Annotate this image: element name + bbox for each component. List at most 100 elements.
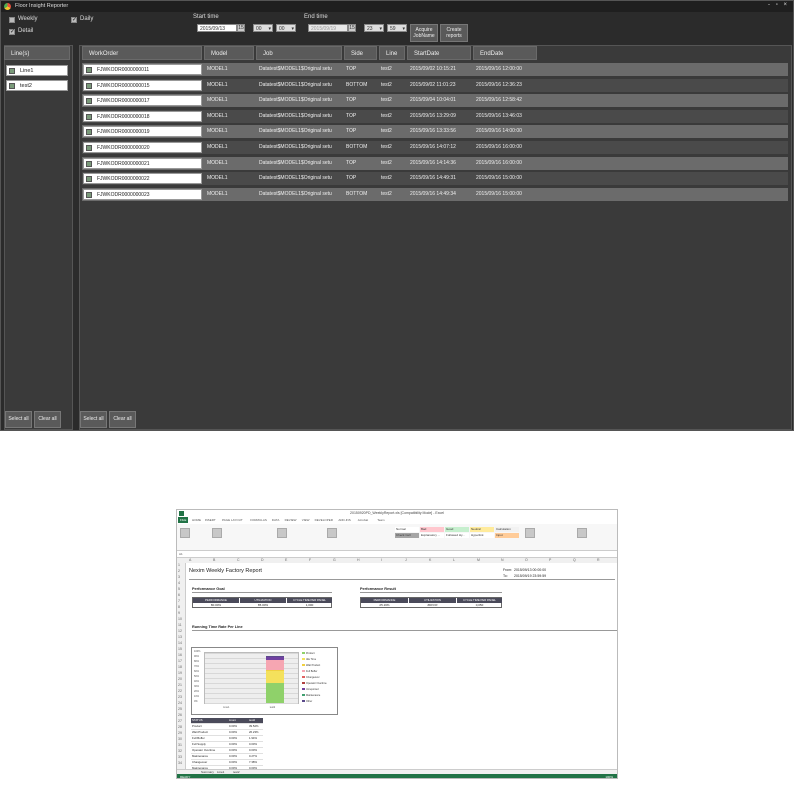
cell-style-item[interactable]: Input: [495, 533, 519, 538]
workorder-cell[interactable]: FJWKODR0000000011: [83, 64, 202, 75]
ribbon-tab-addins[interactable]: ADD-INS: [338, 518, 350, 522]
row-header[interactable]: 4: [178, 581, 180, 585]
column-header[interactable]: O: [525, 558, 528, 562]
ribbon-tab-data[interactable]: DATA: [272, 518, 280, 522]
table-row[interactable]: FJWKODR0000000017 MODEL1 Datatest$MODEL1$O…: [82, 94, 788, 108]
col-model[interactable]: Model: [204, 46, 254, 60]
row-header[interactable]: 22: [178, 689, 182, 693]
row-header[interactable]: 10: [178, 617, 182, 621]
column-header[interactable]: H: [357, 558, 360, 562]
cell-style-item[interactable]: Hyperlink: [470, 533, 494, 538]
row-header[interactable]: 5: [178, 587, 180, 591]
row-header[interactable]: 29: [178, 731, 182, 735]
column-header[interactable]: D: [261, 558, 264, 562]
column-header[interactable]: N: [501, 558, 504, 562]
create-reports-button[interactable]: Create reports: [440, 24, 468, 42]
row-header[interactable]: 8: [178, 605, 180, 609]
col-line[interactable]: Line: [379, 46, 405, 60]
ribbon-tab-view[interactable]: VIEW: [302, 518, 310, 522]
end-hour-select[interactable]: 23: [364, 24, 384, 33]
orders-select-all-button[interactable]: Select all: [80, 411, 107, 428]
column-header[interactable]: F: [309, 558, 311, 562]
ribbon-tab-acrobat[interactable]: Acrobat: [358, 518, 368, 522]
start-date-input[interactable]: 2015/09/13: [197, 24, 237, 32]
column-header[interactable]: E: [285, 558, 287, 562]
ribbon-tab-formulas[interactable]: FORMULAS: [250, 518, 267, 522]
row-header[interactable]: 20: [178, 677, 182, 681]
row-checkbox[interactable]: [86, 98, 92, 105]
column-header[interactable]: K: [429, 558, 431, 562]
end-date-input[interactable]: 2015/09/19: [308, 24, 348, 32]
clipboard-icon[interactable]: [180, 528, 190, 538]
editing-icon[interactable]: [577, 528, 587, 538]
row-checkbox[interactable]: [86, 145, 92, 151]
row-header[interactable]: 3: [178, 575, 180, 579]
row-header[interactable]: 28: [178, 725, 182, 729]
row-header[interactable]: 16: [178, 653, 182, 657]
row-header[interactable]: 23: [178, 695, 182, 699]
lines-clear-all-button[interactable]: Clear all: [34, 411, 61, 428]
row-checkbox[interactable]: [86, 191, 92, 198]
start-minute-select[interactable]: 00: [276, 24, 296, 33]
column-header[interactable]: Q: [573, 558, 576, 562]
acquire-jobname-button[interactable]: Acquire JobName: [410, 24, 438, 42]
row-header[interactable]: 12: [178, 629, 182, 633]
cells-icon[interactable]: [525, 528, 535, 538]
row-checkbox[interactable]: [86, 82, 92, 89]
col-side[interactable]: Side: [344, 46, 377, 60]
column-header[interactable]: R: [597, 558, 600, 562]
workorder-cell[interactable]: FJWKODR0000000022: [83, 173, 202, 185]
row-header[interactable]: 19: [178, 671, 182, 675]
row-header[interactable]: 6: [178, 593, 180, 597]
cell-style-item[interactable]: Check Cell: [395, 533, 419, 538]
workorder-cell[interactable]: FJWKODR0000000018: [83, 110, 202, 122]
line-checkbox[interactable]: [9, 68, 15, 74]
table-row[interactable]: FJWKODR0000000019 MODEL1 Datatest$MODEL1$O…: [82, 125, 788, 139]
row-header[interactable]: 13: [178, 635, 182, 639]
row-header[interactable]: 2: [178, 569, 180, 573]
ribbon-tab-team[interactable]: Team: [377, 518, 384, 522]
table-row[interactable]: FJWKODR0000000021 MODEL1 Datatest$MODEL1$O…: [82, 156, 788, 170]
workorder-cell[interactable]: FJWKODR0000000020: [83, 142, 202, 153]
column-header[interactable]: G: [333, 558, 336, 562]
column-header[interactable]: C: [237, 558, 240, 562]
cell-style-item[interactable]: Good: [445, 527, 469, 532]
row-header[interactable]: 7: [178, 599, 180, 603]
orders-clear-all-button[interactable]: Clear all: [109, 411, 136, 428]
cell-style-item[interactable]: Neutral: [470, 527, 494, 532]
row-header[interactable]: 30: [178, 737, 182, 741]
alignment-icon[interactable]: [277, 528, 287, 538]
row-header[interactable]: 34: [178, 761, 182, 765]
col-workorder[interactable]: WorkOrder: [82, 46, 202, 60]
row-header[interactable]: 32: [178, 749, 182, 753]
cell-style-item[interactable]: Explanatory ...: [420, 533, 444, 538]
daily-checkbox[interactable]: [71, 16, 77, 23]
line-item[interactable]: test2: [6, 80, 68, 91]
workorder-cell[interactable]: FJWKODR0000000023: [83, 188, 202, 200]
column-header[interactable]: B: [213, 558, 215, 562]
ribbon-tab-home[interactable]: HOME: [192, 518, 201, 522]
row-header[interactable]: 14: [178, 641, 182, 645]
row-header[interactable]: 9: [178, 611, 180, 615]
table-row[interactable]: FJWKODR0000000020 MODEL1 Datatest$MODEL1$O…: [82, 141, 788, 154]
row-checkbox[interactable]: [86, 160, 92, 167]
row-header[interactable]: 27: [178, 719, 182, 723]
row-header[interactable]: 26: [178, 713, 182, 717]
row-checkbox[interactable]: [86, 67, 92, 73]
weekly-checkbox[interactable]: [9, 17, 15, 23]
col-job[interactable]: Job: [256, 46, 342, 60]
ribbon-tab-insert[interactable]: INSERT: [205, 518, 216, 522]
start-calendar-icon[interactable]: 15: [237, 24, 245, 32]
column-header[interactable]: L: [453, 558, 455, 562]
workorder-cell[interactable]: FJWKODR0000000017: [83, 95, 202, 107]
line-checkbox[interactable]: [9, 83, 15, 89]
row-header[interactable]: 21: [178, 683, 182, 687]
start-hour-select[interactable]: 00: [253, 24, 273, 33]
table-row[interactable]: FJWKODR0000000022 MODEL1 Datatest$MODEL1$O…: [82, 172, 788, 186]
row-checkbox[interactable]: [86, 113, 92, 120]
running-time-chart[interactable]: 100% 90% 80% 70% 60% 50% 40% 30% 20% 10% 0% Line1 t…: [191, 647, 338, 715]
row-header[interactable]: 17: [178, 659, 182, 663]
workorder-cell[interactable]: FJWKODR0000000015: [83, 79, 202, 91]
row-header[interactable]: 31: [178, 743, 182, 747]
col-startdate[interactable]: StartDate: [407, 46, 471, 60]
